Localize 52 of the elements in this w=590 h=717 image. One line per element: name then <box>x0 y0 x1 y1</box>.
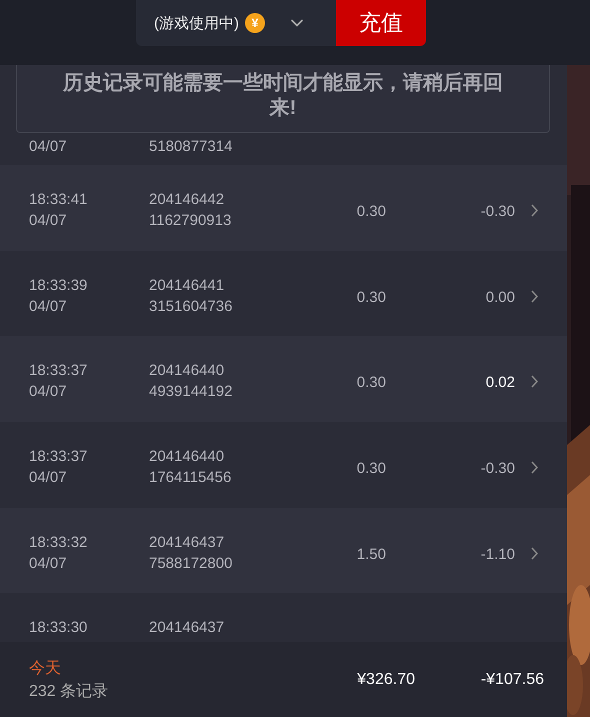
order-number: 204146437 <box>149 618 226 638</box>
account-dropdown[interactable]: (游戏使用中) ¥ <box>136 0 336 46</box>
chevron-right-icon <box>531 375 538 388</box>
record-row[interactable]: 18:33:41 04/07 204146442 1162790913 0.30 -0.30 <box>0 165 567 251</box>
order-number: 204146437 <box>149 532 226 552</box>
serial-number: 1162790913 <box>149 211 232 230</box>
time-text: 18:33:30 <box>29 618 88 638</box>
amount-text: 0.30 <box>356 202 386 221</box>
change-text: -0.30 <box>480 202 515 221</box>
date-text: 04/07 <box>29 296 68 316</box>
amount-text: 0.30 <box>356 459 386 478</box>
record-row[interactable]: 18:33:39 04/07 204146441 3151604736 0.30 0.00 <box>0 250 567 336</box>
change-text: 0.00 <box>486 288 515 307</box>
record-row[interactable]: 18:33:32 04/07 204146437 7588172800 1.50 -1.10 <box>0 508 567 594</box>
time-text: 18:33:37 <box>29 447 88 466</box>
record-row[interactable]: 18:33:37 04/07 204146440 4939144192 0.30 0.02 <box>0 336 567 422</box>
record-count: 232 条记录 <box>29 682 110 702</box>
serial-number: 3151604736 <box>149 296 234 316</box>
serial-number: 5180877314 <box>149 137 234 156</box>
chevron-right-icon <box>531 204 538 217</box>
change-text: -0.30 <box>480 459 515 478</box>
date-text: 04/07 <box>29 211 68 230</box>
date-text: 04/07 <box>29 554 68 573</box>
order-number: 204146440 <box>149 361 226 380</box>
serial-number: 7588172800 <box>149 554 234 573</box>
notice-text: 历史记录可能需要一些时间才能显示，请稍后再回来! <box>16 65 550 133</box>
amount-text: 0.30 <box>356 288 386 307</box>
chevron-right-icon <box>531 546 538 560</box>
period-label: 今天 <box>29 658 62 678</box>
account-label: (游戏使用中) <box>154 14 239 32</box>
time-text: 18:33:41 <box>29 190 88 209</box>
time-text: 18:33:39 <box>29 276 88 295</box>
time-text: 18:33:37 <box>29 361 88 380</box>
serial-number: 1764115456 <box>149 468 232 488</box>
amount-text: 0.30 <box>356 373 386 392</box>
amount-total: ¥326.70 <box>357 670 415 688</box>
change-total: -¥107.56 <box>480 670 544 688</box>
time-text: 18:33:32 <box>29 532 88 552</box>
chevron-right-icon <box>531 290 538 303</box>
date-text: 04/07 <box>29 468 68 488</box>
order-number: 204146440 <box>149 447 226 466</box>
order-number: 204146442 <box>149 190 226 209</box>
date-text: 04/07 <box>29 137 68 156</box>
recharge-button[interactable]: 充值 <box>336 0 426 46</box>
amount-text: 1.50 <box>356 544 386 564</box>
order-number: 204146441 <box>149 276 226 295</box>
coin-icon: ¥ <box>245 13 265 33</box>
chevron-right-icon <box>531 461 538 474</box>
serial-number: 4939144192 <box>149 382 234 402</box>
change-text: -1.10 <box>480 544 515 564</box>
change-text: 0.02 <box>486 373 515 392</box>
date-text: 04/07 <box>29 382 68 402</box>
